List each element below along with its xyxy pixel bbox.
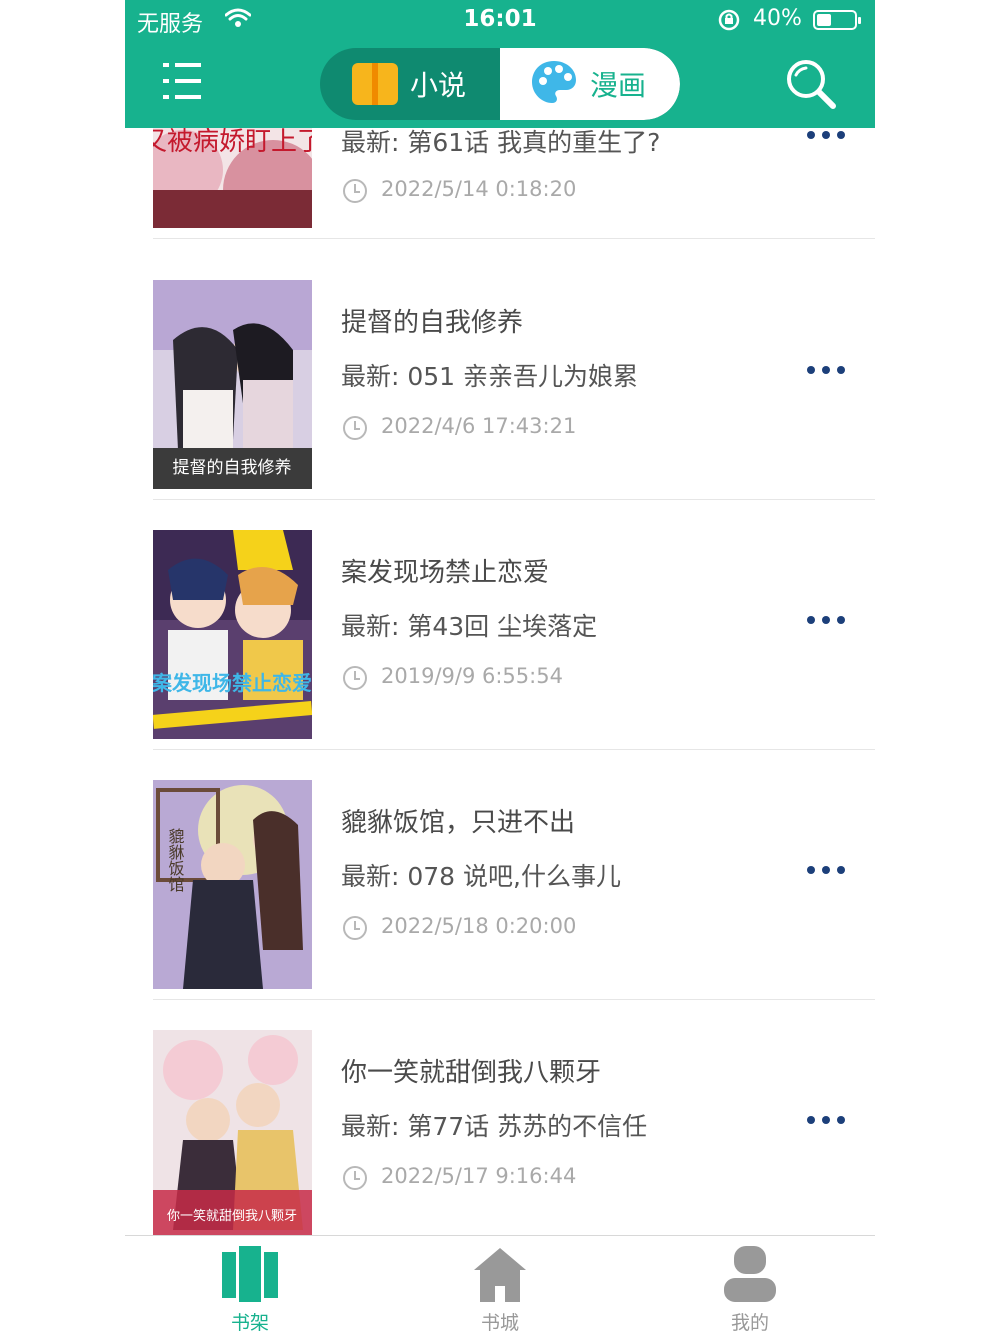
- latest-chapter: 最新: 078 说吧,什么事儿: [341, 862, 621, 891]
- bottom-tab-bar: 书架 书城 我的: [125, 1235, 875, 1333]
- tab-label: 书架: [230, 1312, 269, 1333]
- update-time: 2022/5/17 9:16:44: [381, 1164, 577, 1188]
- divider: [153, 238, 875, 239]
- menu-button[interactable]: [161, 60, 205, 104]
- tab-label: 小说: [410, 69, 467, 102]
- top-bar: 无服务 16:01 40% 小说 漫画: [125, 0, 875, 128]
- latest-chapter: 最新: 第77话 苏苏的不信任: [341, 1112, 648, 1141]
- clock-icon: [343, 1166, 367, 1190]
- battery-fill: [817, 14, 831, 26]
- status-bar: 无服务 16:01 40%: [125, 0, 875, 42]
- more-options-button[interactable]: [807, 364, 845, 376]
- comic-cover[interactable]: 案发现场禁止恋爱: [153, 530, 312, 739]
- battery-icon: [813, 10, 861, 30]
- more-options-button[interactable]: [807, 864, 845, 876]
- tab-label: 漫画: [590, 69, 647, 102]
- search-icon: [785, 60, 837, 114]
- comic-cover[interactable]: 你一笑就甜倒我八颗牙: [153, 1030, 312, 1239]
- update-time: 2019/9/9 6:55:54: [381, 664, 563, 688]
- list-item[interactable]: 案发现场禁止恋爱 案发现场禁止恋爱 最新: 第43回 尘埃落定 2019/9/9…: [125, 500, 875, 750]
- tab-bookshelf[interactable]: 书架: [125, 1236, 375, 1333]
- cover-title-text: 又被病娇盯上了: [153, 127, 312, 157]
- comic-title: 案发现场禁止恋爱: [341, 558, 550, 588]
- list-item[interactable]: 你一笑就甜倒我八颗牙 你一笑就甜倒我八颗牙 最新: 第77话 苏苏的不信任 20…: [125, 1000, 875, 1250]
- cover-title-text: 貔貅饭馆: [166, 828, 185, 892]
- update-time: 2022/4/6 17:43:21: [381, 414, 577, 438]
- list-item[interactable]: 提督的自我修养 提督的自我修养 最新: 051 亲亲吾儿为娘累 2022/4/6…: [125, 250, 875, 500]
- tab-bookstore[interactable]: 书城: [375, 1236, 625, 1333]
- comic-cover[interactable]: 貔貅饭馆: [153, 780, 312, 989]
- update-time: 2022/5/14 0:18:20: [381, 177, 577, 201]
- menu-lines-icon: [161, 63, 205, 108]
- update-time: 2022/5/18 0:20:00: [381, 914, 577, 938]
- bookshelf-icon: [222, 1246, 278, 1306]
- latest-chapter: 最新: 第43回 尘埃落定: [341, 612, 598, 641]
- list-item[interactable]: 貔貅饭馆 貔貅饭馆，只进不出 最新: 078 说吧,什么事儿 2022/5/18…: [125, 750, 875, 1000]
- more-options-button[interactable]: [807, 129, 845, 141]
- book-icon: [352, 63, 398, 105]
- home-icon: [472, 1246, 528, 1306]
- cover-title-text: 提督的自我修养: [173, 458, 292, 478]
- more-options-button[interactable]: [807, 614, 845, 626]
- more-options-button[interactable]: [807, 1114, 845, 1126]
- tab-label: 书城: [480, 1312, 519, 1333]
- tab-comic[interactable]: 漫画: [500, 48, 680, 120]
- latest-chapter: 最新: 051 亲亲吾儿为娘累: [341, 362, 639, 391]
- clock-icon: [343, 666, 367, 690]
- tab-profile[interactable]: 我的: [625, 1236, 875, 1333]
- comic-cover[interactable]: 提督的自我修养: [153, 280, 312, 489]
- battery-percent: 40%: [753, 6, 802, 31]
- latest-chapter: 最新: 第61话 我真的重生了?: [341, 128, 661, 157]
- user-icon: [722, 1246, 778, 1306]
- clock-icon: [343, 179, 367, 203]
- tab-novel[interactable]: 小说: [320, 48, 500, 120]
- comic-title: 貔貅饭馆，只进不出: [341, 808, 576, 838]
- clock-icon: [343, 916, 367, 940]
- tab-label: 我的: [730, 1312, 769, 1333]
- cover-title-text: 你一笑就甜倒我八颗牙: [167, 1208, 297, 1224]
- rotation-lock-icon: [717, 8, 741, 36]
- comic-title: 提督的自我修养: [341, 308, 524, 338]
- clock-icon: [343, 416, 367, 440]
- palette-icon: [530, 59, 578, 109]
- app-screen: 又被病娇盯上了 最新: 第61话 我真的重生了? 2022/5/14 0:18:…: [125, 0, 875, 1333]
- cover-title-text: 案发现场禁止恋爱: [153, 671, 312, 695]
- comic-title: 你一笑就甜倒我八颗牙: [341, 1058, 602, 1088]
- search-button[interactable]: [785, 58, 837, 110]
- content-type-switch[interactable]: 小说 漫画: [320, 48, 680, 120]
